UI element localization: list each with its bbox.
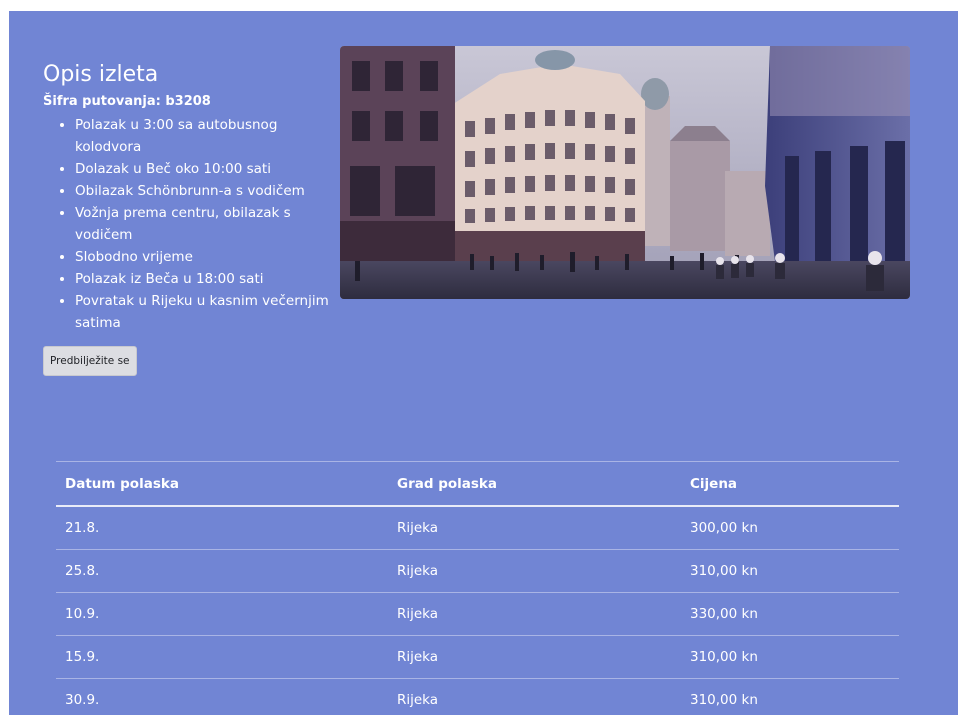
trip-page: Opis izleta Šifra putovanja: b3208 Polaz… — [9, 11, 958, 715]
trip-code-value: b3208 — [165, 94, 211, 109]
itinerary-list: Polazak u 3:00 sa autobusnog kolodvora D… — [43, 114, 333, 334]
column-header-date: Datum polaska — [56, 461, 388, 507]
trip-code-label: Šifra putovanja: — [43, 94, 161, 109]
list-item: Dolazak u Beč oko 10:00 sati — [75, 158, 333, 180]
departure-date: 15.9. — [56, 635, 388, 679]
list-item: Obilazak Schönbrunn-a s vodičem — [75, 180, 333, 202]
column-header-price: Cijena — [681, 461, 899, 507]
table-row: 25.8. Rijeka 310,00 kn — [56, 549, 899, 593]
page-title: Opis izleta — [43, 62, 159, 87]
shop-fronts — [450, 231, 645, 261]
table-row: 21.8. Rijeka 300,00 kn — [56, 506, 899, 550]
list-item: Polazak u 3:00 sa autobusnog kolodvora — [75, 114, 333, 158]
departure-city: Rijeka — [388, 635, 681, 679]
departure-city: Rijeka — [388, 678, 681, 715]
departure-date: 10.9. — [56, 592, 388, 636]
background-building — [725, 171, 770, 256]
table-row: 10.9. Rijeka 330,00 kn — [56, 592, 899, 636]
departure-city: Rijeka — [388, 592, 681, 636]
price: 310,00 kn — [681, 549, 899, 593]
departure-city: Rijeka — [388, 549, 681, 593]
trip-description: Opis izleta Šifra putovanja: b3208 Polaz… — [43, 61, 333, 376]
main-dome — [535, 50, 575, 70]
list-item: Slobodno vrijeme — [75, 246, 333, 268]
city-street-photo — [340, 46, 910, 299]
right-building-upper — [770, 46, 910, 116]
list-item: Polazak iz Beča u 18:00 sati — [75, 268, 333, 290]
departure-date: 25.8. — [56, 549, 388, 593]
price: 310,00 kn — [681, 678, 899, 715]
price: 300,00 kn — [681, 506, 899, 550]
tower-dome — [641, 78, 669, 110]
price: 310,00 kn — [681, 635, 899, 679]
background-building — [670, 141, 730, 251]
departure-date: 21.8. — [56, 506, 388, 550]
trip-code: Šifra putovanja: b3208 — [43, 93, 333, 111]
table-header-row: Datum polaska Grad polaska Cijena — [56, 461, 899, 507]
table-row: 15.9. Rijeka 310,00 kn — [56, 635, 899, 679]
departure-date: 30.9. — [56, 678, 388, 715]
list-item: Vožnja prema centru, obilazak s vodičem — [75, 202, 333, 246]
city-street-illustration — [340, 46, 910, 299]
table-row: 30.9. Rijeka 310,00 kn — [56, 678, 899, 715]
departures-table: Datum polaska Grad polaska Cijena 21.8. … — [56, 461, 899, 715]
book-button[interactable]: Predbilježite se — [43, 346, 137, 376]
price: 330,00 kn — [681, 592, 899, 636]
departure-city: Rijeka — [388, 506, 681, 550]
list-item: Povratak u Rijeku u kasnim večernjim sat… — [75, 290, 333, 334]
column-header-city: Grad polaska — [388, 461, 681, 507]
